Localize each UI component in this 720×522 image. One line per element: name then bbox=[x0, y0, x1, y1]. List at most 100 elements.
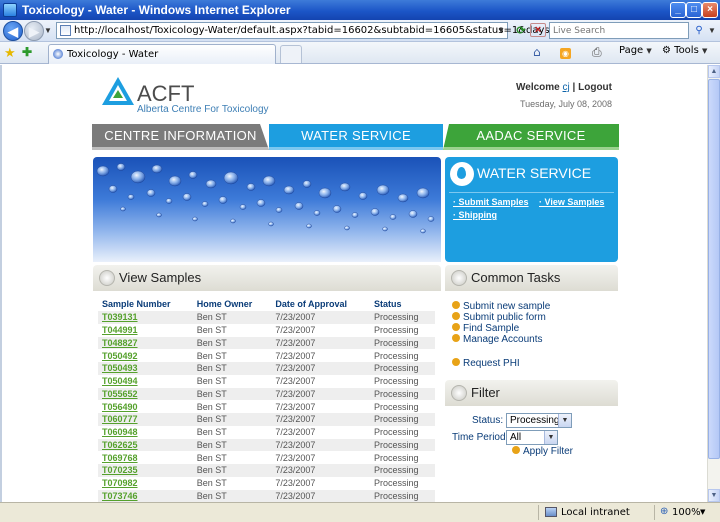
sample-number-cell: T050494 bbox=[98, 375, 193, 388]
approval-date-cell: 7/23/2007 bbox=[275, 427, 316, 438]
page-menu-label: Page bbox=[619, 45, 644, 56]
col-status[interactable]: Status bbox=[370, 297, 435, 311]
page-menu[interactable]: Page ▼ bbox=[619, 45, 652, 56]
apply-filter-button[interactable]: Apply Filter bbox=[512, 446, 573, 457]
approval-date-cell: 7/23/2007 bbox=[275, 401, 316, 412]
user-link[interactable]: cj bbox=[563, 82, 570, 93]
status-label: Status: bbox=[472, 415, 504, 426]
minimize-button[interactable]: _ bbox=[670, 2, 686, 18]
shipping-link[interactable]: · Shipping bbox=[453, 210, 497, 220]
tab-centre-information[interactable]: CENTRE INFORMATION bbox=[92, 124, 269, 150]
live-search-box[interactable] bbox=[549, 22, 689, 39]
intranet-zone-icon bbox=[545, 507, 557, 517]
url-text[interactable]: http://localhost/Toxicology-Water/defaul… bbox=[74, 25, 564, 36]
new-tab-button[interactable] bbox=[280, 45, 302, 63]
sample-number-link[interactable]: T069768 bbox=[102, 453, 138, 463]
zoom-dropdown-icon[interactable]: ▼ bbox=[700, 508, 705, 516]
table-row: T062625 Ben ST 7/23/2007 Processing bbox=[98, 438, 435, 452]
browser-tab-active[interactable]: Toxicology - Water bbox=[48, 44, 276, 64]
status-cell: Processing bbox=[373, 452, 419, 463]
sample-number-link[interactable]: T062625 bbox=[102, 440, 138, 450]
sample-number-link[interactable]: T070982 bbox=[102, 478, 138, 488]
sample-number-link[interactable]: T050492 bbox=[102, 351, 138, 361]
current-date: Tuesday, July 08, 2008 bbox=[519, 99, 612, 109]
home-owner-cell: Ben ST bbox=[196, 350, 227, 361]
refresh-icon[interactable]: ⟳ bbox=[513, 23, 529, 39]
scrollbar-thumb[interactable] bbox=[708, 79, 720, 459]
address-dropdown-icon[interactable]: ▼ bbox=[497, 26, 505, 35]
sample-number-link[interactable]: T070235 bbox=[102, 465, 138, 475]
table-row: T069768 Ben ST 7/23/2007 Processing bbox=[98, 451, 435, 464]
logout-link[interactable]: Logout bbox=[578, 82, 612, 93]
close-window-button[interactable]: × bbox=[702, 2, 718, 18]
search-dropdown-icon[interactable]: ▼ bbox=[708, 26, 716, 35]
col-sample-number[interactable]: Sample Number bbox=[98, 297, 193, 311]
stop-icon[interactable]: × bbox=[530, 23, 546, 37]
view-samples-header: View Samples bbox=[93, 265, 441, 291]
security-zone[interactable]: Local intranet bbox=[561, 507, 630, 518]
sample-number-link[interactable]: T039131 bbox=[102, 312, 138, 322]
sample-number-link[interactable]: T050494 bbox=[102, 376, 138, 386]
tools-menu-label: Tools bbox=[674, 45, 699, 56]
status-cell: Processing bbox=[369, 387, 435, 401]
tab-aadac-service[interactable]: AADAC SERVICE bbox=[443, 124, 619, 150]
view-samples-link[interactable]: · View Samples bbox=[539, 197, 604, 207]
favorites-star-icon[interactable]: ★ bbox=[4, 45, 16, 61]
sample-number-link[interactable]: T055652 bbox=[102, 389, 138, 399]
water-drop-icon bbox=[450, 162, 474, 186]
approval-date-cell: 7/23/2007 bbox=[271, 387, 370, 401]
col-date-of-approval[interactable]: Date of Approval bbox=[271, 297, 370, 311]
task-submit-public-form[interactable]: Submit public form bbox=[452, 312, 546, 323]
table-row: T050493 Ben ST 7/23/2007 Processing bbox=[98, 362, 435, 375]
add-favorite-icon[interactable]: ✚ bbox=[22, 45, 32, 59]
feeds-icon[interactable]: ◉ bbox=[560, 48, 571, 59]
home-icon[interactable]: ⌂ bbox=[533, 45, 541, 59]
water-service-links: · Submit Samples · View Samples · Shippi… bbox=[449, 192, 614, 256]
search-input[interactable] bbox=[550, 23, 670, 38]
tools-menu[interactable]: ⚙ Tools ▼ bbox=[662, 45, 707, 56]
approval-date-cell: 7/23/2007 bbox=[271, 413, 370, 426]
approval-date-cell: 7/23/2007 bbox=[275, 478, 316, 489]
scroll-up-icon[interactable]: ▲ bbox=[708, 65, 720, 78]
task-submit-new-sample[interactable]: Submit new sample bbox=[452, 301, 550, 312]
welcome-label: Welcome bbox=[516, 82, 560, 93]
submit-samples-link[interactable]: · Submit Samples bbox=[453, 197, 529, 207]
sample-number-link[interactable]: T044991 bbox=[102, 325, 138, 335]
print-icon[interactable]: ⎙ bbox=[592, 45, 602, 60]
task-request-phi[interactable]: Request PHI bbox=[452, 358, 520, 369]
tab-water-service[interactable]: WATER SERVICE bbox=[269, 124, 443, 150]
sample-number-link[interactable]: T060948 bbox=[102, 427, 138, 437]
back-button[interactable]: ◀ bbox=[3, 21, 23, 41]
sample-number-link[interactable]: T048827 bbox=[102, 338, 138, 348]
table-header-row: Sample Number Home Owner Date of Approva… bbox=[98, 297, 435, 311]
chevron-down-icon: ▼ bbox=[558, 414, 571, 427]
gear-icon: ⚙ bbox=[662, 45, 671, 56]
time-period-select[interactable]: All ▼ bbox=[506, 430, 558, 445]
search-icon[interactable]: ⚲ bbox=[692, 23, 706, 38]
task-manage-accounts[interactable]: Manage Accounts bbox=[452, 334, 543, 345]
approval-date-cell: 7/23/2007 bbox=[271, 438, 370, 452]
history-dropdown-icon[interactable]: ▼ bbox=[44, 26, 52, 35]
sample-number-link[interactable]: T073746 bbox=[102, 491, 138, 501]
task-find-sample[interactable]: Find Sample bbox=[452, 323, 519, 334]
approval-date-cell: 7/23/2007 bbox=[275, 350, 316, 361]
vertical-scrollbar[interactable]: ▲ ▼ bbox=[707, 65, 720, 502]
scroll-down-icon[interactable]: ▼ bbox=[708, 489, 720, 502]
sample-number-link[interactable]: T056490 bbox=[102, 402, 138, 412]
status-select[interactable]: Processing ▼ bbox=[506, 413, 572, 428]
home-owner-cell: Ben ST bbox=[196, 376, 227, 387]
address-field[interactable]: http://localhost/Toxicology-Water/defaul… bbox=[56, 22, 564, 39]
tab-label: Toxicology - Water bbox=[67, 49, 159, 60]
forward-button[interactable]: ▶ bbox=[24, 21, 44, 41]
sample-number-cell: T050492 bbox=[98, 349, 193, 362]
status-cell: Processing bbox=[373, 478, 419, 489]
sample-number-link[interactable]: T050493 bbox=[102, 363, 138, 373]
home-owner-cell: Ben ST bbox=[196, 478, 227, 489]
table-row: T056490 Ben ST 7/23/2007 Processing bbox=[98, 400, 435, 413]
maximize-button[interactable]: □ bbox=[686, 2, 702, 18]
col-home-owner[interactable]: Home Owner bbox=[193, 297, 272, 311]
page-viewport: ACFT Alberta Centre For Toxicology Welco… bbox=[0, 65, 707, 502]
home-owner-cell: Ben ST bbox=[192, 311, 272, 324]
zoom-level[interactable]: 100% bbox=[672, 507, 701, 518]
sample-number-link[interactable]: T060777 bbox=[102, 414, 138, 424]
